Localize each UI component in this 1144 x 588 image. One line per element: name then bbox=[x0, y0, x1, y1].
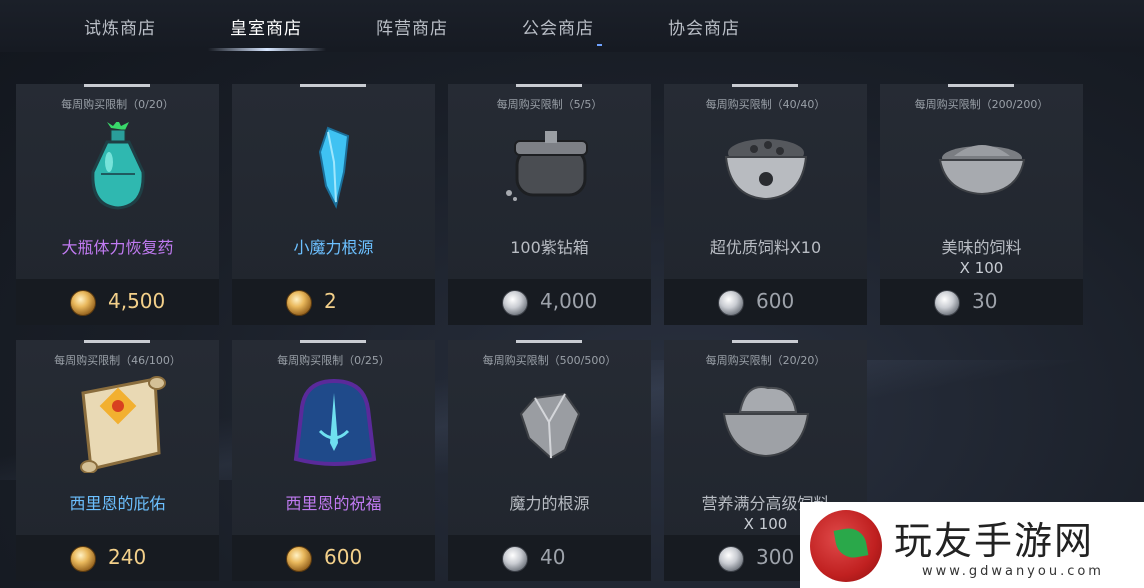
card-top-accent bbox=[84, 340, 150, 343]
shop-item-card[interactable]: 每周购买限制（0/25） 西里恩的祝福 600 bbox=[232, 340, 435, 581]
item-name: 小魔力根源 bbox=[293, 238, 374, 257]
item-price: 4,500 bbox=[108, 289, 166, 313]
card-top-accent bbox=[732, 340, 798, 343]
tab-faction-shop[interactable]: 阵营商店 bbox=[376, 14, 448, 39]
weekly-limit-label: 每周购买限制（40/40） bbox=[705, 98, 826, 111]
weekly-limit-label: 每周购买限制（0/25） bbox=[277, 354, 390, 367]
weekly-limit-label: 每周购买限制（5/5） bbox=[496, 98, 603, 111]
card-top-accent bbox=[300, 340, 366, 343]
price-bar[interactable]: 600 bbox=[232, 535, 435, 581]
potion-icon bbox=[16, 122, 219, 212]
price-bar[interactable]: 2 bbox=[232, 279, 435, 325]
item-price: 2 bbox=[324, 289, 337, 313]
site-logo-icon bbox=[810, 510, 882, 582]
pet-bowl-icon bbox=[664, 122, 867, 212]
gold-coin-icon bbox=[70, 290, 96, 316]
card-top-accent bbox=[948, 84, 1014, 87]
scroll-icon bbox=[16, 376, 219, 473]
shop-item-card[interactable]: 小魔力根源 2 bbox=[232, 84, 435, 325]
tab-notification-dot bbox=[597, 44, 602, 46]
item-name: 西里恩的庇佑 bbox=[69, 494, 166, 513]
item-price: 30 bbox=[972, 289, 998, 313]
item-price: 240 bbox=[108, 545, 147, 569]
shop-item-card[interactable]: 每周购买限制（40/40） 超优质饲料X10 600 bbox=[664, 84, 867, 325]
shop-item-card[interactable]: 每周购买限制（0/20） 大瓶体力恢复药 4,500 bbox=[16, 84, 219, 325]
price-bar[interactable]: 4,000 bbox=[448, 279, 651, 325]
card-top-accent bbox=[732, 84, 798, 87]
item-name: 西里恩的祝福 bbox=[285, 494, 382, 513]
gold-coin-icon bbox=[286, 546, 312, 572]
crystal-icon bbox=[232, 122, 435, 212]
active-tab-indicator bbox=[208, 48, 326, 51]
item-name: 100紫钻箱 bbox=[510, 238, 589, 257]
item-name: 魔力的根源 bbox=[509, 494, 590, 513]
card-top-accent bbox=[84, 84, 150, 87]
price-bar[interactable]: 30 bbox=[880, 279, 1083, 325]
watermark-site-name: 玩友手游网 bbox=[894, 519, 1095, 563]
weekly-limit-label: 每周购买限制（20/20） bbox=[705, 354, 826, 367]
shop-item-card[interactable]: 每周购买限制（500/500） 魔力的根源 40 bbox=[448, 340, 651, 581]
item-name: 美味的饲料 bbox=[941, 238, 1022, 257]
price-bar[interactable]: 600 bbox=[664, 279, 867, 325]
card-top-accent bbox=[516, 84, 582, 87]
gold-coin-icon bbox=[286, 290, 312, 316]
tab-trial-shop[interactable]: 试炼商店 bbox=[84, 14, 156, 39]
rune-stone-icon bbox=[232, 378, 435, 468]
silver-coin-icon bbox=[502, 546, 528, 572]
shop-item-card[interactable]: 每周购买限制（5/5） 100紫钻箱 4,000 bbox=[448, 84, 651, 325]
weekly-limit-label: 每周购买限制（200/200） bbox=[914, 98, 1049, 111]
shop-tab-bar: 试炼商店 皇室商店 阵营商店 公会商店 协会商店 bbox=[0, 0, 1144, 52]
item-price: 600 bbox=[756, 289, 795, 313]
shop-item-card[interactable]: 每周购买限制（200/200） 美味的饲料 X 100 30 bbox=[880, 84, 1083, 325]
price-bar[interactable]: 40 bbox=[448, 535, 651, 581]
item-price: 300 bbox=[756, 545, 795, 569]
food-bowl-icon bbox=[880, 122, 1083, 212]
weekly-limit-label: 每周购买限制（0/20） bbox=[61, 98, 174, 111]
price-bar[interactable]: 240 bbox=[16, 535, 219, 581]
price-bar[interactable]: 4,500 bbox=[16, 279, 219, 325]
item-name: 超优质饲料X10 bbox=[709, 238, 822, 257]
watermark-url: www.gdwanyou.com bbox=[922, 564, 1104, 579]
chest-icon bbox=[448, 122, 651, 212]
gold-coin-icon bbox=[70, 546, 96, 572]
ore-icon bbox=[448, 378, 651, 468]
site-watermark: 玩友手游网 www.gdwanyou.com bbox=[800, 502, 1144, 588]
item-quantity: X 100 bbox=[959, 259, 1004, 277]
card-top-accent bbox=[516, 340, 582, 343]
tab-guild-shop[interactable]: 公会商店 bbox=[522, 14, 594, 39]
silver-coin-icon bbox=[934, 290, 960, 316]
item-name: 大瓶体力恢复药 bbox=[61, 238, 174, 257]
card-top-accent bbox=[300, 84, 366, 87]
item-price: 4,000 bbox=[540, 289, 598, 313]
silver-coin-icon bbox=[718, 546, 744, 572]
tab-royal-shop[interactable]: 皇室商店 bbox=[230, 14, 302, 39]
item-price: 600 bbox=[324, 545, 363, 569]
shop-item-card[interactable]: 每周购买限制（46/100） 西里恩的庇佑 240 bbox=[16, 340, 219, 581]
weekly-limit-label: 每周购买限制（46/100） bbox=[54, 354, 181, 367]
weekly-limit-label: 每周购买限制（500/500） bbox=[482, 354, 617, 367]
feed-bowl-icon bbox=[664, 378, 867, 468]
silver-coin-icon bbox=[718, 290, 744, 316]
item-price: 40 bbox=[540, 545, 566, 569]
tab-association-shop[interactable]: 协会商店 bbox=[668, 14, 740, 39]
silver-coin-icon bbox=[502, 290, 528, 316]
